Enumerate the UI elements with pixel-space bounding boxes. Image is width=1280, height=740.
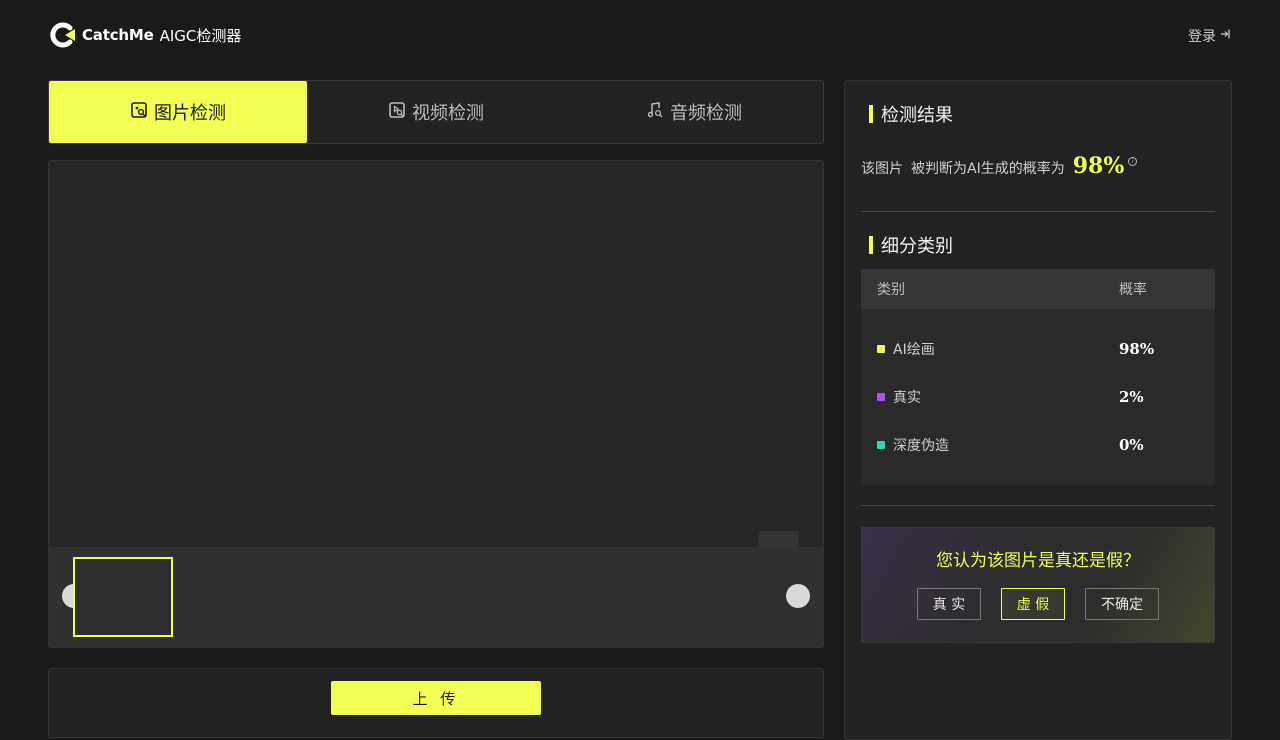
tab-label: 视频检测 [412,103,484,124]
table-row: 深度伪造 0% [861,433,1215,457]
tab-video-detection[interactable]: 视频检测 [307,81,565,143]
row-value: 98% [1119,340,1155,358]
row-label: 深度伪造 [893,438,949,454]
vote-real-button[interactable]: 真 实 [917,588,981,620]
probability-line: 该图片 被判断为AI生成的概率为 98% i [861,153,1138,179]
breakdown-table: 类别 概率 AI绘画 98% 真实 2% 深度伪造 0% [861,269,1215,485]
image-preview-panel [48,160,824,648]
tab-audio-detection[interactable]: 音频检测 [565,81,823,143]
info-icon[interactable]: i [1128,157,1138,166]
row-value: 0% [1119,436,1144,454]
preview-handle[interactable] [759,531,799,547]
vote-question: 您认为该图片是真还是假？ [936,551,1140,571]
divider [861,505,1215,506]
ai-painting-color-dot [877,345,885,353]
deepfake-color-dot [877,441,885,449]
header-category: 类别 [877,282,905,298]
table-row: 真实 2% [861,385,1215,409]
image-search-icon [130,101,148,124]
brand-name: CatchMe [82,26,154,44]
login-icon [1220,28,1232,44]
result-subject: 该图片 [861,161,903,177]
vote-card: 您认为该图片是真还是假？ 真 实 虚 假 不确定 [861,527,1215,643]
music-search-icon [646,101,664,124]
result-statement: 被判断为AI生成的概率为 [911,161,1065,177]
preview-canvas [49,161,823,547]
header-probability: 概率 [1119,282,1147,298]
result-title: 检测结果 [869,101,953,127]
upload-panel: 上 传 [48,668,824,738]
tab-label: 图片检测 [154,103,226,124]
next-thumbnail-button[interactable] [786,584,810,608]
thumbnail-selected[interactable] [73,557,173,637]
result-panel: 检测结果 该图片 被判断为AI生成的概率为 98% i 细分类别 类别 概率 A… [844,80,1232,740]
login-button[interactable]: 登录 [1188,26,1232,46]
catchme-logo-icon [48,20,78,50]
product-name: AIGC检测器 [159,26,242,45]
breakdown-title: 细分类别 [869,232,953,258]
divider [861,211,1215,212]
thumbnail-strip [49,547,823,647]
login-label: 登录 [1188,29,1216,45]
row-label: AI绘画 [893,342,935,358]
header: CatchMe AIGC检测器 登录 [0,0,1280,70]
detection-tabs: 图片检测 视频检测 音频检测 [48,80,824,144]
upload-button[interactable]: 上 传 [331,681,541,715]
tab-label: 音频检测 [670,103,742,124]
tab-image-detection[interactable]: 图片检测 [49,81,307,143]
table-row: AI绘画 98% [861,337,1215,361]
row-label: 真实 [893,390,921,406]
row-value: 2% [1119,388,1144,406]
vote-fake-button[interactable]: 虚 假 [1001,588,1065,620]
vote-unsure-button[interactable]: 不确定 [1085,588,1159,620]
logo[interactable]: CatchMe AIGC检测器 [48,20,241,50]
video-search-icon [388,101,406,124]
real-color-dot [877,393,885,401]
table-header: 类别 概率 [861,269,1215,309]
ai-probability-value: 98% [1072,153,1125,179]
